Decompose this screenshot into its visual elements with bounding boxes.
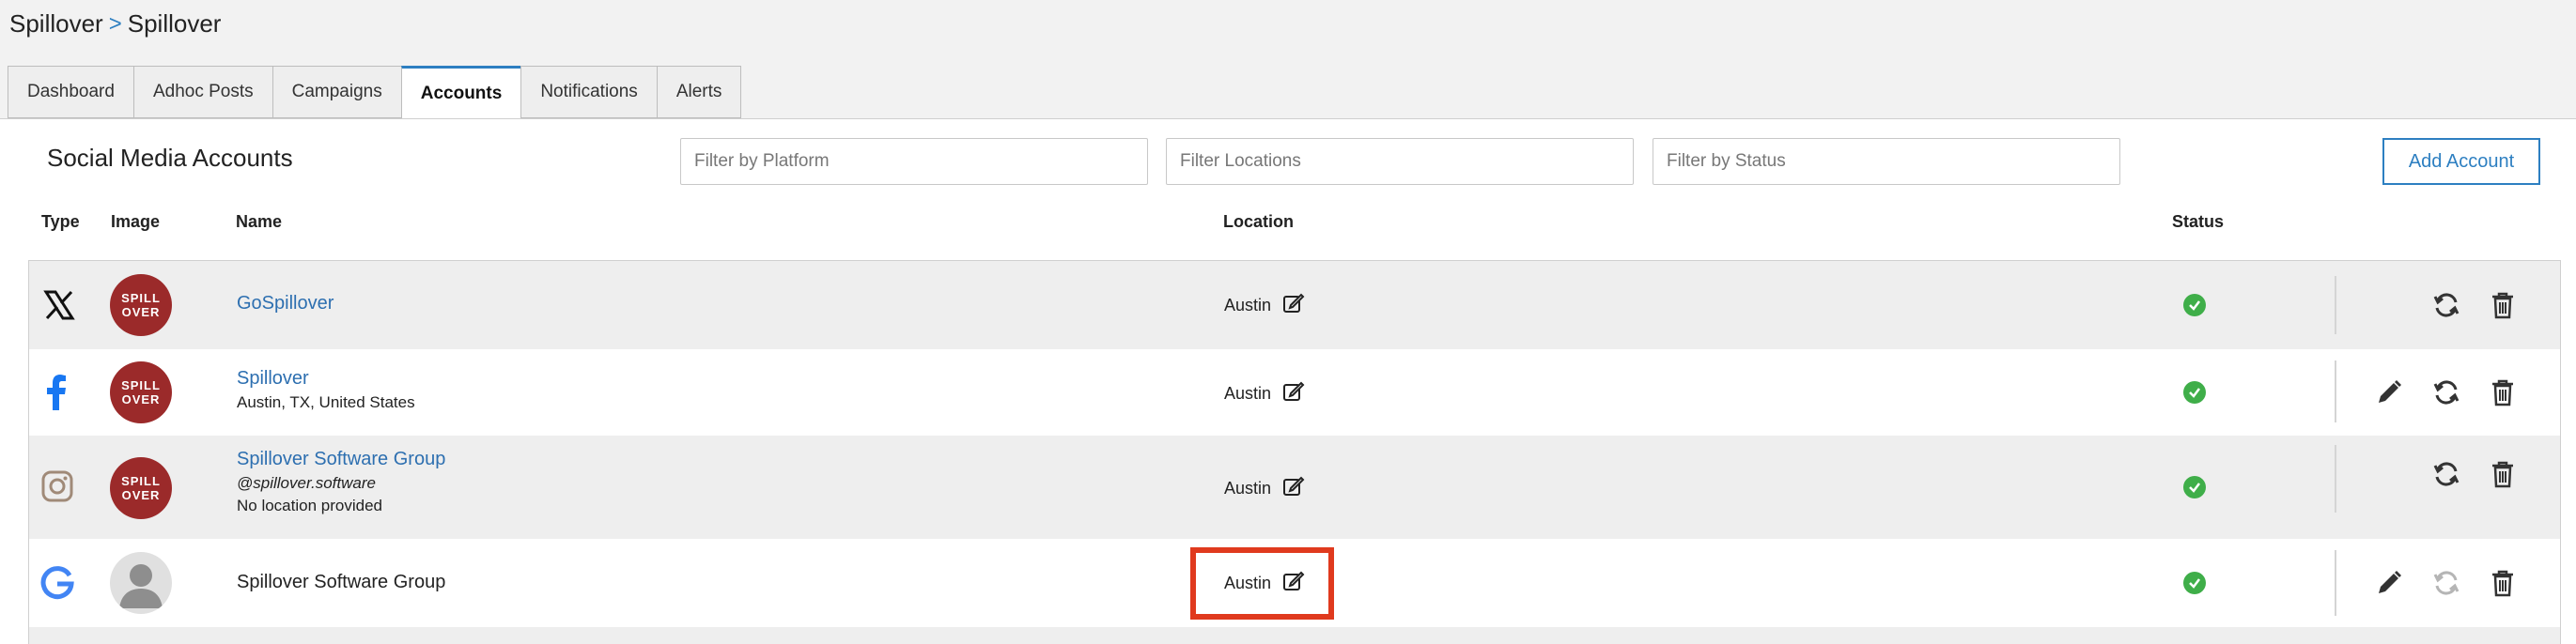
location-text: Austin <box>1224 296 1272 314</box>
highlight-box <box>1190 547 1334 620</box>
refresh-icon[interactable] <box>2430 376 2462 408</box>
status-ok-icon <box>2183 476 2206 498</box>
account-name-link[interactable]: Spillover <box>237 368 415 390</box>
status-ok-icon <box>2183 294 2206 316</box>
trash-icon[interactable] <box>2487 567 2519 599</box>
tab-adhoc-posts[interactable]: Adhoc Posts <box>132 66 272 118</box>
column-header-status: Status <box>2172 212 2225 231</box>
tab-accounts[interactable]: Accounts <box>400 66 521 120</box>
refresh-disabled-icon <box>2430 567 2462 599</box>
avatar-logo-text: SPILL <box>121 474 161 488</box>
actions-divider <box>2335 360 2336 422</box>
location-text: Austin <box>1224 479 1272 498</box>
account-name-cell: Spillover Software Group @spillover.soft… <box>237 449 445 515</box>
breadcrumb-parent[interactable]: Spillover <box>9 9 103 38</box>
trash-icon[interactable] <box>2487 376 2519 408</box>
tab-bar: Dashboard Adhoc Posts Campaigns Accounts… <box>8 66 742 120</box>
account-name-link[interactable]: Spillover Software Group <box>237 449 445 470</box>
location-cell: Austin <box>1224 380 1305 407</box>
location-text: Austin <box>1224 384 1272 403</box>
tab-dashboard[interactable]: Dashboard <box>8 66 133 118</box>
status-ok-icon <box>2183 381 2206 404</box>
account-name-link[interactable]: GoSpillover <box>237 293 334 314</box>
table-row: SPILL OVER GoSpillover Austin <box>29 261 2560 349</box>
trash-icon[interactable] <box>2487 289 2519 321</box>
breadcrumb: Spillover > Spillover <box>9 9 221 38</box>
pencil-icon[interactable] <box>2373 567 2405 599</box>
avatar <box>110 552 172 614</box>
table-row: SPILL OVER Spillover Software Group @spi… <box>29 436 2560 539</box>
account-handle: @spillover.software <box>237 474 376 492</box>
avatar: SPILL OVER <box>110 457 172 519</box>
avatar-logo-text: OVER <box>121 392 161 406</box>
account-name: Spillover Software Group <box>237 572 446 592</box>
actions-divider <box>2335 445 2336 513</box>
account-name-cell: GoSpillover <box>237 293 334 314</box>
refresh-icon[interactable] <box>2430 458 2462 490</box>
tab-campaigns[interactable]: Campaigns <box>272 66 401 118</box>
location-cell: Austin <box>1224 475 1305 502</box>
account-name-cell: Spillover Austin, TX, United States <box>237 368 415 412</box>
google-icon <box>39 564 76 602</box>
location-cell: Austin <box>1224 292 1305 319</box>
pencil-icon[interactable] <box>2373 376 2405 408</box>
actions-divider <box>2335 276 2336 334</box>
avatar-logo-text: OVER <box>121 305 161 319</box>
table-row: SPILL OVER Spillover Austin, TX, United … <box>29 349 2560 436</box>
edit-location-icon[interactable] <box>1282 380 1305 407</box>
page-title: Social Media Accounts <box>47 144 293 172</box>
trash-icon[interactable] <box>2487 458 2519 490</box>
table-row <box>29 627 2560 644</box>
tab-notifications[interactable]: Notifications <box>520 66 657 118</box>
filter-platform-input[interactable] <box>680 138 1148 185</box>
account-name-cell: Spillover Software Group <box>237 572 445 593</box>
tab-alerts[interactable]: Alerts <box>656 66 742 118</box>
filter-status-input[interactable] <box>1653 138 2120 185</box>
refresh-icon[interactable] <box>2430 289 2462 321</box>
column-header-image: Image <box>111 212 161 231</box>
column-header-location: Location <box>1223 212 1294 231</box>
avatar-logo-text: SPILL <box>121 291 161 305</box>
x-twitter-icon <box>40 286 78 324</box>
avatar-logo-text: SPILL <box>121 378 161 392</box>
add-account-button[interactable]: Add Account <box>2382 138 2540 185</box>
instagram-icon <box>39 468 76 505</box>
status-ok-icon <box>2183 572 2206 594</box>
avatar: SPILL OVER <box>110 361 172 423</box>
edit-location-icon[interactable] <box>1282 475 1305 502</box>
facebook-icon <box>37 374 74 411</box>
filter-locations-input[interactable] <box>1166 138 1634 185</box>
column-header-type: Type <box>41 212 80 231</box>
avatar-logo-text: OVER <box>121 488 161 502</box>
actions-divider <box>2335 550 2336 616</box>
account-address: Austin, TX, United States <box>237 393 415 411</box>
edit-location-icon[interactable] <box>1282 292 1305 319</box>
avatar: SPILL OVER <box>110 274 172 336</box>
account-location-note: No location provided <box>237 497 382 514</box>
breadcrumb-separator: > <box>108 10 122 37</box>
column-header-name: Name <box>236 212 283 231</box>
breadcrumb-current: Spillover <box>127 9 222 38</box>
